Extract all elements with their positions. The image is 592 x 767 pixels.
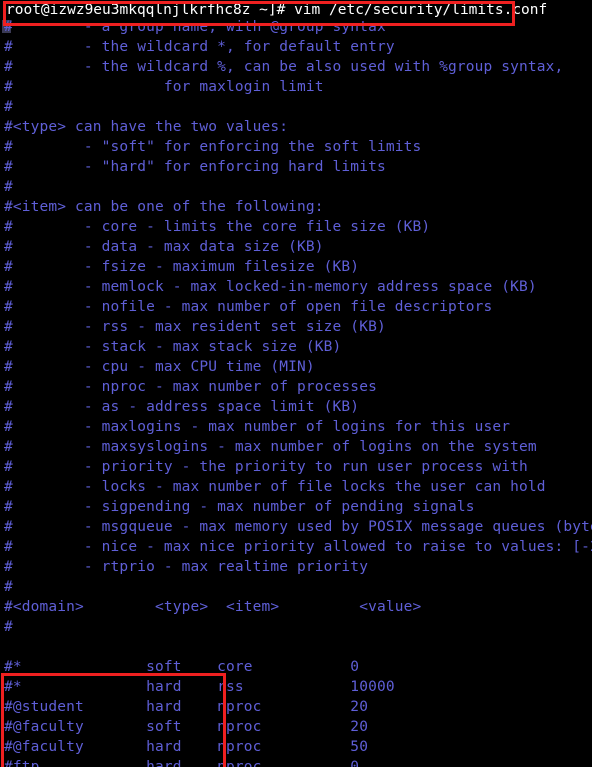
buffer-comment-line[interactable]: # for maxlogin limit xyxy=(0,77,592,97)
buffer-comment-line[interactable]: # - nofile - max number of open file des… xyxy=(0,297,592,317)
buffer-comment-line[interactable]: # - the wildcard %, can be also used wit… xyxy=(0,57,592,77)
buffer-blank-line xyxy=(0,637,592,657)
buffer-comment-line[interactable]: # - rtprio - max realtime priority xyxy=(0,557,592,577)
buffer-comment-line[interactable]: # - sigpending - max number of pending s… xyxy=(0,497,592,517)
buffer-comment-line[interactable]: # - msgqueue - max memory used by POSIX … xyxy=(0,517,592,537)
vim-text-buffer[interactable]: # - a group name, with @group syntax # - … xyxy=(0,17,592,767)
terminal-window[interactable]: root@izwz9eu3mkqqlnjlkrfhc8z ~]# vim /et… xyxy=(0,0,592,767)
buffer-comment-line[interactable]: #* soft core 0 xyxy=(0,657,592,677)
buffer-comment-line[interactable]: #ftp hard nproc 0 xyxy=(0,757,592,767)
buffer-comment-line[interactable]: # - data - max data size (KB) xyxy=(0,237,592,257)
buffer-comment-line[interactable]: #@faculty hard nproc 50 xyxy=(0,737,592,757)
buffer-comment-line[interactable]: #<type> can have the two values: xyxy=(0,117,592,137)
buffer-comment-line[interactable]: #<domain> <type> <item> <value> xyxy=(0,597,592,617)
buffer-comment-line[interactable]: # - rss - max resident set size (KB) xyxy=(0,317,592,337)
buffer-comment-line[interactable]: # - nice - max nice priority allowed to … xyxy=(0,537,592,557)
buffer-comment-line[interactable]: # - maxlogins - max number of logins for… xyxy=(0,417,592,437)
buffer-comment-line[interactable]: # - cpu - max CPU time (MIN) xyxy=(0,357,592,377)
buffer-comment-line[interactable]: #* hard rss 10000 xyxy=(0,677,592,697)
buffer-comment-line[interactable]: #<item> can be one of the following: xyxy=(0,197,592,217)
buffer-comment-line[interactable]: # - fsize - maximum filesize (KB) xyxy=(0,257,592,277)
buffer-comment-line[interactable]: # xyxy=(0,617,592,637)
buffer-comment-line[interactable]: # - the wildcard *, for default entry xyxy=(0,37,592,57)
buffer-comment-line[interactable]: # - nproc - max number of processes xyxy=(0,377,592,397)
buffer-comment-line[interactable]: # - core - limits the core file size (KB… xyxy=(0,217,592,237)
buffer-comment-line[interactable]: # - "hard" for enforcing hard limits xyxy=(0,157,592,177)
buffer-comment-line[interactable]: # - maxsyslogins - max number of logins … xyxy=(0,437,592,457)
buffer-comment-line[interactable]: # xyxy=(0,97,592,117)
buffer-comment-line[interactable]: # - priority - the priority to run user … xyxy=(0,457,592,477)
buffer-comment-line[interactable]: #@faculty soft nproc 20 xyxy=(0,717,592,737)
buffer-comment-line[interactable]: # - stack - max stack size (KB) xyxy=(0,337,592,357)
buffer-comment-line[interactable]: #@student hard nproc 20 xyxy=(0,697,592,717)
buffer-comment-line[interactable]: # - memlock - max locked-in-memory addre… xyxy=(0,277,592,297)
buffer-comment-line[interactable]: # xyxy=(0,177,592,197)
buffer-comment-line[interactable]: # - a group name, with @group syntax xyxy=(0,17,592,37)
buffer-comment-line[interactable]: # - as - address space limit (KB) xyxy=(0,397,592,417)
buffer-comment-line[interactable]: # xyxy=(0,577,592,597)
buffer-comment-line[interactable]: # - "soft" for enforcing the soft limits xyxy=(0,137,592,157)
buffer-comment-line[interactable]: # - locks - max number of file locks the… xyxy=(0,477,592,497)
